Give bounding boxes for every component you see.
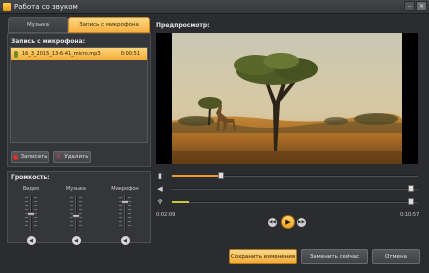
film-strip-icon: ▮ <box>158 172 162 180</box>
microphone-volume-slider[interactable] <box>119 195 131 231</box>
list-item[interactable]: 16_3_2015_13-6-41_micro.mp3 0:00:51 <box>11 48 147 60</box>
tab-music[interactable]: Музыка <box>8 17 68 33</box>
speaker-icon[interactable]: ◀ <box>26 236 36 245</box>
record-icon <box>12 154 18 160</box>
preview-volume-slider[interactable] <box>172 185 418 192</box>
volume-label-microphone: Микрофон <box>111 186 139 192</box>
app-icon <box>3 2 11 11</box>
preview-mic-row: ♆ <box>156 198 418 206</box>
record-button[interactable]: Записать <box>11 151 49 163</box>
tab-microphone-recording[interactable]: Запись с микрофона <box>68 17 150 33</box>
preview-volume-row: ◀ <box>156 185 418 193</box>
minimize-icon[interactable]: – <box>404 1 415 11</box>
music-volume-slider[interactable] <box>70 195 82 231</box>
window-controls: – ✕ <box>404 1 427 11</box>
replace-now-button[interactable]: Заменить сейчас <box>301 249 368 264</box>
mic-thumb[interactable] <box>408 198 414 205</box>
volume-channel-video: Видео ◀ <box>16 186 46 245</box>
file-duration: 0:00:51 <box>120 51 140 57</box>
fast-forward-icon[interactable]: ▶▶ <box>297 218 306 227</box>
close-icon[interactable]: ✕ <box>416 1 427 11</box>
savanna-scene-image <box>172 33 402 164</box>
volume-thumb[interactable] <box>408 185 414 192</box>
window-title: Работа со звуком <box>14 2 78 11</box>
video-volume-slider[interactable] <box>25 195 37 231</box>
microphone-icon <box>14 50 18 58</box>
volume-section-label: Громкость: <box>11 174 50 181</box>
seek-slider[interactable] <box>172 172 418 179</box>
delete-button-label: Удалить <box>64 154 89 160</box>
file-name: 16_3_2015_13-6-41_micro.mp3 <box>22 51 101 57</box>
total-time: 0:10:57 <box>400 212 420 218</box>
volume-label-music: Музыка <box>66 186 86 192</box>
rewind-icon[interactable]: ◀◀ <box>268 218 277 227</box>
cancel-button[interactable]: Отмена <box>372 249 420 264</box>
video-preview[interactable] <box>156 33 418 164</box>
save-changes-button[interactable]: Сохранить изменения <box>229 249 297 264</box>
speaker-icon: ◀ <box>157 185 163 193</box>
slider-thumb[interactable] <box>121 200 129 204</box>
volume-channel-music: Музыка ◀ <box>61 186 91 245</box>
title-bar: Работа со звуком – ✕ <box>0 0 429 14</box>
delete-icon: ✕ <box>55 152 62 161</box>
volume-label-video: Видео <box>22 186 40 192</box>
record-button-label: Записать <box>20 154 48 160</box>
microphone-icon: ♆ <box>156 198 164 206</box>
play-icon[interactable]: ▶ <box>281 215 295 229</box>
preview-section-label: Предпросмотр: <box>156 22 210 29</box>
seek-row: ▮ <box>156 172 418 180</box>
slider-thumb[interactable] <box>72 214 80 218</box>
volume-channel-microphone: Микрофон ◀ <box>110 186 140 245</box>
preview-mic-slider[interactable] <box>172 198 418 205</box>
speaker-icon[interactable]: ◀ <box>120 236 130 245</box>
recording-list[interactable]: 16_3_2015_13-6-41_micro.mp3 0:00:51 <box>10 47 148 143</box>
current-time: 0:02:09 <box>156 212 176 218</box>
seek-thumb[interactable] <box>218 172 224 179</box>
delete-button[interactable]: ✕ Удалить <box>53 151 91 163</box>
slider-thumb[interactable] <box>27 212 35 216</box>
recording-section-label: Запись с микрофона: <box>11 38 86 45</box>
speaker-icon[interactable]: ◀ <box>71 236 81 245</box>
